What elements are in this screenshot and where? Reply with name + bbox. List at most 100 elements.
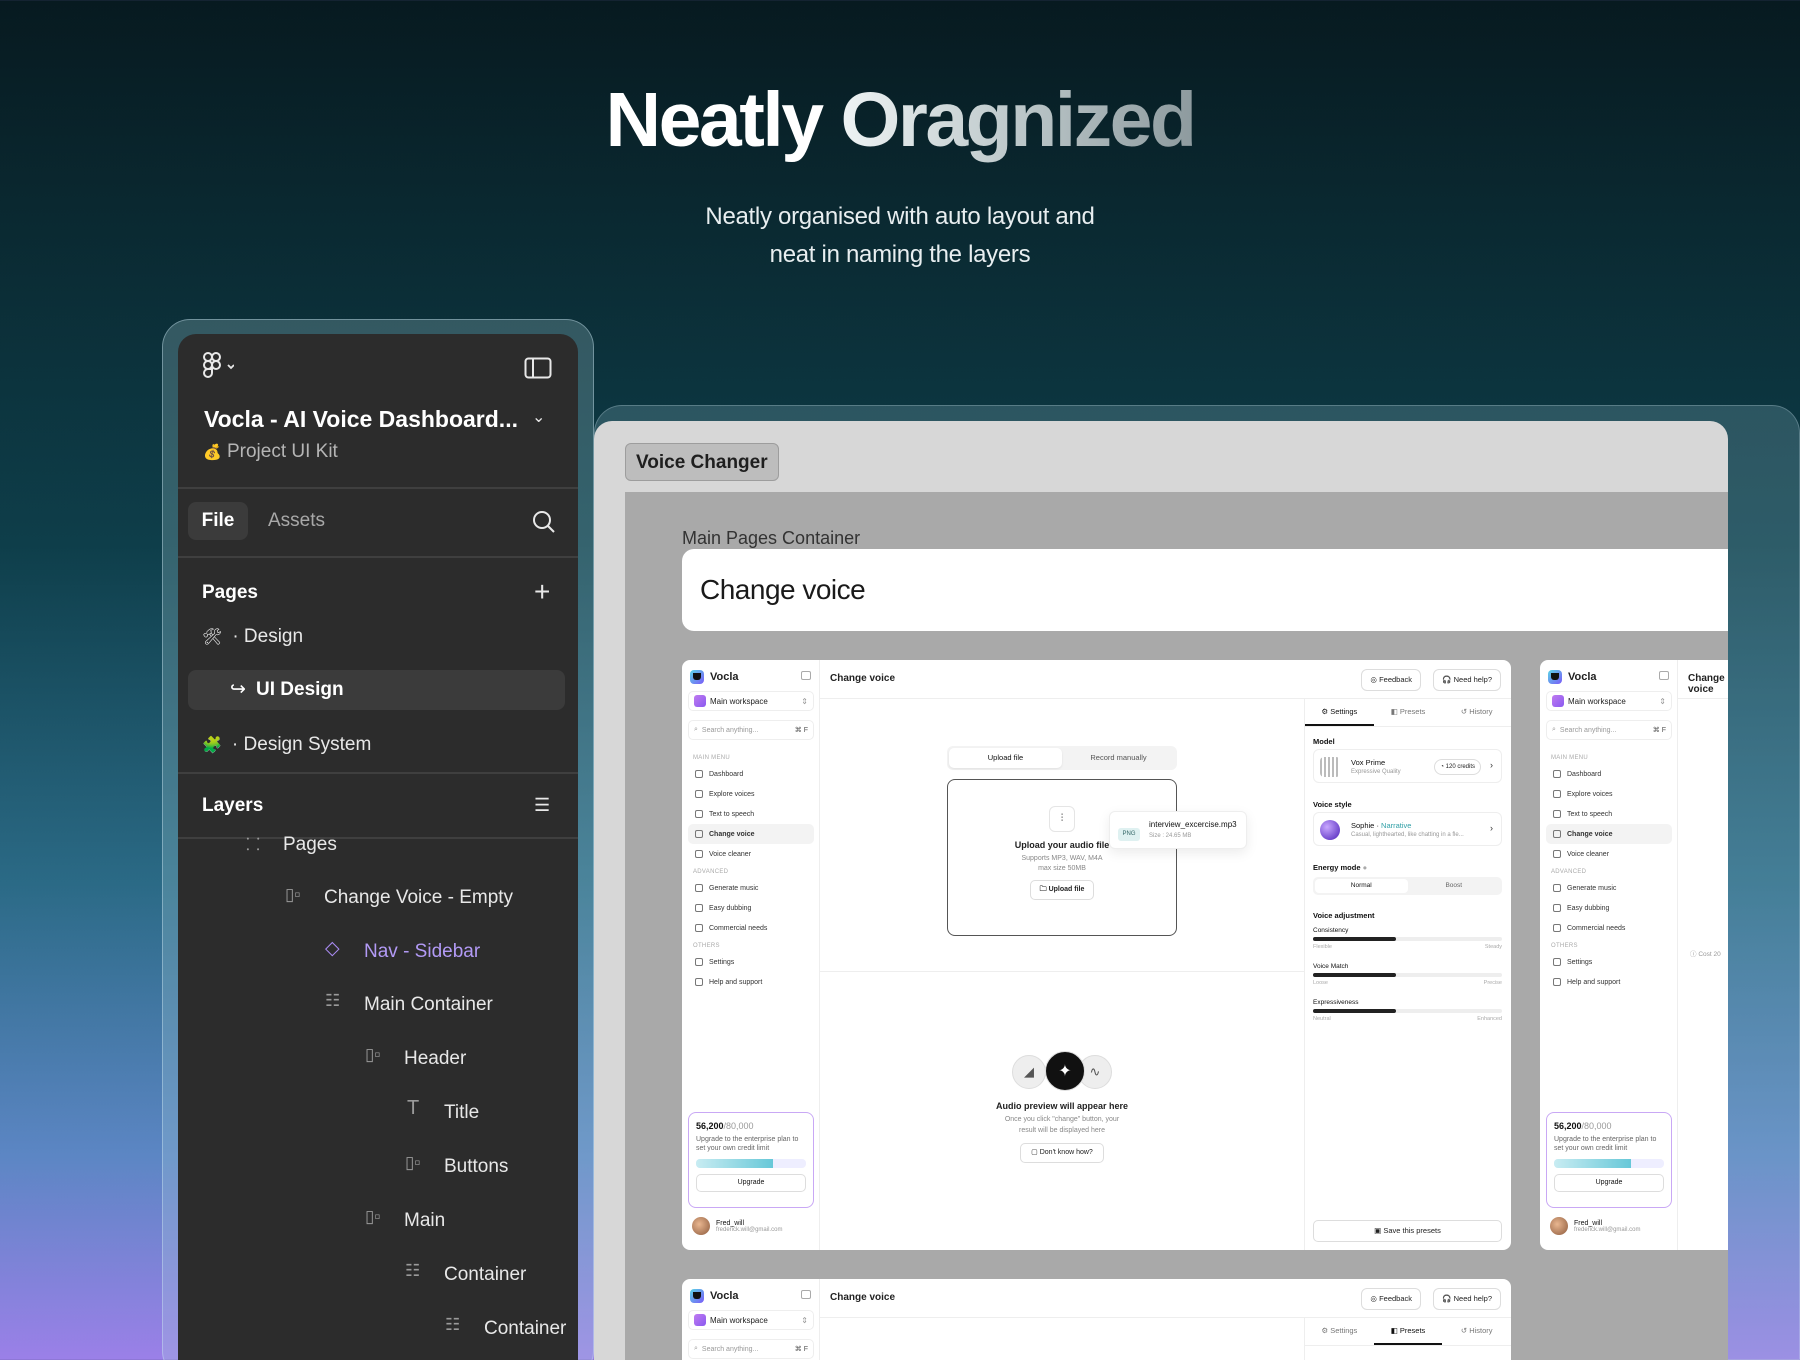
upload-dropzone[interactable]: ⫶ Upload your audio file Supports MP3, W… [947, 779, 1177, 936]
tab-record-manually[interactable]: Record manually [1062, 748, 1175, 768]
nav-voice-cleaner[interactable]: Voice cleaner [1546, 844, 1672, 864]
collapse-icon[interactable] [801, 1290, 811, 1299]
nav-generate-music[interactable]: Generate music [1546, 878, 1672, 898]
tab-presets[interactable]: ◧ Presets [1373, 1318, 1443, 1345]
layer-buttons[interactable]: Buttons [444, 1156, 508, 1178]
search-input[interactable]: ⌕ Search anything... ⌘ F [688, 1339, 814, 1359]
nav-change-voice[interactable]: Change voice [688, 824, 814, 844]
collapse-icon[interactable] [801, 671, 811, 680]
search-icon[interactable] [532, 510, 556, 539]
user-name: Fred_will [716, 1219, 745, 1227]
nav-help-support[interactable]: Help and support [1546, 972, 1672, 992]
nav-label: Settings [1567, 958, 1593, 966]
nav-dashboard[interactable]: Dashboard [688, 764, 814, 784]
workspace-select[interactable]: Main workspace ⇕ [688, 1310, 814, 1330]
input-mode-toggle[interactable]: Upload file Record manually [947, 746, 1177, 770]
energy-boost[interactable]: Boost [1408, 879, 1501, 893]
nav-settings[interactable]: Settings [1546, 952, 1672, 972]
nav-settings[interactable]: Settings [688, 952, 814, 972]
nav-easy-dubbing[interactable]: Easy dubbing [688, 898, 814, 918]
layer-container[interactable]: Container [444, 1264, 526, 1286]
workspace-select[interactable]: Main workspace ⇕ [1546, 691, 1672, 711]
figma-menu-button[interactable] [202, 351, 235, 381]
workspace-select[interactable]: Main workspace ⇕ [688, 691, 814, 711]
sparkle-icon [695, 810, 703, 818]
chevron-down-icon[interactable]: ⌄ [532, 407, 545, 427]
nav-dashboard[interactable]: Dashboard [1546, 764, 1672, 784]
nav-commercial-needs[interactable]: Commercial needs [1546, 918, 1672, 938]
add-page-icon[interactable]: + [534, 578, 550, 606]
nav-easy-dubbing[interactable]: Easy dubbing [1546, 898, 1672, 918]
puzzle-icon: 🧩 [202, 737, 222, 754]
help-button[interactable]: 🎧 Need help? [1433, 669, 1501, 691]
user-profile[interactable]: Fred_will frederick.will@gmail.com [692, 1217, 782, 1235]
slider-voice-match[interactable]: Voice Match Loose Precise [1313, 963, 1502, 986]
tab-history[interactable]: ↺ History [1442, 699, 1511, 726]
nav-text-to-speech[interactable]: Text to speech [688, 804, 814, 824]
dont-know-how-button[interactable]: ▢ Don't know how? [1020, 1143, 1104, 1163]
nav-text-to-speech[interactable]: Text to speech [1546, 804, 1672, 824]
page-label: · Design [232, 626, 304, 647]
tab-settings[interactable]: ⚙ Settings [1305, 1318, 1374, 1345]
tab-history[interactable]: ↺ History [1442, 1318, 1511, 1345]
main-pages-container[interactable]: Main Pages Container Change voice Vocla … [625, 492, 1728, 1360]
feedback-button[interactable]: ◎ Feedback [1361, 669, 1421, 691]
collapse-layers-icon[interactable]: ☰ [534, 795, 550, 816]
nav-commercial-needs[interactable]: Commercial needs [688, 918, 814, 938]
tab-file[interactable]: File [188, 502, 248, 540]
upload-formats: Supports MP3, WAV, M4A [1021, 855, 1103, 862]
upload-file-button[interactable]: 🗀 Upload file [1029, 880, 1095, 900]
banner-title: Change voice [682, 549, 1728, 631]
slider-consistency[interactable]: Consistency Flexible Steady [1313, 927, 1502, 950]
upgrade-button[interactable]: Upgrade [696, 1174, 806, 1192]
page-design[interactable]: 🛠 · Design [202, 626, 303, 648]
layer-nav-sidebar[interactable]: Nav - Sidebar [364, 941, 480, 963]
toggle-sidebar-icon[interactable] [524, 357, 552, 379]
layer-change-voice-empty[interactable]: Change Voice - Empty [324, 887, 513, 909]
credits-badge: ◔ 120 credits [1434, 759, 1481, 775]
design-canvas[interactable]: Voice Changer Main Pages Container Chang… [594, 421, 1728, 1360]
help-button[interactable]: 🎧 Need help? [1433, 1288, 1501, 1310]
page-ui-design[interactable]: ↪ UI Design [188, 670, 565, 710]
help-icon [1553, 978, 1561, 986]
file-drag-card[interactable]: PNG interview_excercise.mp3 Size : 24.65… [1109, 811, 1247, 849]
layer-header[interactable]: Header [404, 1048, 466, 1070]
brand-logo: Vocla [690, 670, 739, 684]
slider-track[interactable] [1313, 937, 1502, 941]
energy-mode-toggle[interactable]: Normal Boost [1313, 877, 1502, 895]
section-tag[interactable]: Voice Changer [625, 443, 779, 481]
tab-presets[interactable]: ◧ Presets [1374, 699, 1443, 726]
layer-main-container[interactable]: Main Container [364, 994, 493, 1016]
search-input[interactable]: ⌕ Search anything... ⌘ F [1546, 720, 1672, 740]
project-title[interactable]: Vocla - AI Voice Dashboard... [204, 406, 518, 433]
slider-track[interactable] [1313, 1009, 1502, 1013]
tab-settings[interactable]: ⚙ Settings [1305, 699, 1374, 726]
slider-expressiveness[interactable]: Expressiveness Neutral Enhanced [1313, 999, 1502, 1022]
upgrade-button[interactable]: Upgrade [1554, 1174, 1664, 1192]
app-frame-main[interactable]: Vocla Main workspace ⇕ ⌕ Search anything..… [682, 660, 1511, 1250]
page-design-system[interactable]: 🧩 · Design System [202, 734, 371, 756]
layer-main[interactable]: Main [404, 1210, 445, 1232]
nav-explore-voices[interactable]: Explore voices [1546, 784, 1672, 804]
save-presets-button[interactable]: ▣ Save this presets [1313, 1220, 1502, 1242]
tab-upload-file[interactable]: Upload file [949, 748, 1062, 768]
model-select[interactable]: Vox Prime Expressive Quality ◔ 120 credi… [1313, 749, 1502, 783]
feedback-button[interactable]: ◎ Feedback [1361, 1288, 1421, 1310]
nav-voice-cleaner[interactable]: Voice cleaner [688, 844, 814, 864]
app-frame-variant[interactable]: Vocla Main workspace ⇕ ⌕ Search anything..… [1540, 660, 1728, 1250]
energy-normal[interactable]: Normal [1315, 879, 1408, 893]
nav-explore-voices[interactable]: Explore voices [688, 784, 814, 804]
user-profile[interactable]: Fred_will frederick.will@gmail.com [1550, 1217, 1640, 1235]
collapse-icon[interactable] [1659, 671, 1669, 680]
voice-style-select[interactable]: Sophie · Narrative Casual, lighthearted,… [1313, 812, 1502, 846]
tab-assets[interactable]: Assets [268, 510, 325, 532]
app-frame-presets[interactable]: Vocla Main workspace ⇕ ⌕ Search anything..… [682, 1279, 1511, 1360]
search-input[interactable]: ⌕ Search anything... ⌘ F [688, 720, 814, 740]
layer-title[interactable]: Title [444, 1102, 479, 1124]
layer-pages[interactable]: Pages [283, 834, 337, 856]
slider-track[interactable] [1313, 973, 1502, 977]
nav-change-voice[interactable]: Change voice [1546, 824, 1672, 844]
nav-help-support[interactable]: Help and support [688, 972, 814, 992]
nav-generate-music[interactable]: Generate music [688, 878, 814, 898]
layer-container-nested[interactable]: Container [484, 1318, 566, 1340]
